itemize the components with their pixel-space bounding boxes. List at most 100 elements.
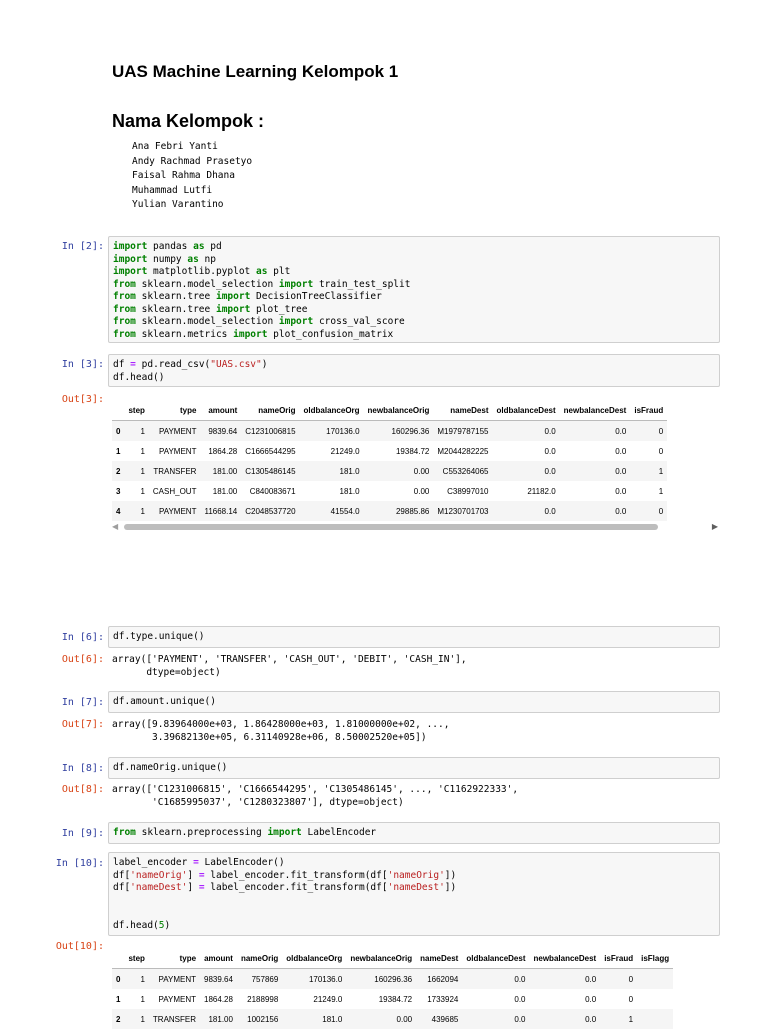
table-cell: 11668.14 — [200, 501, 242, 521]
horizontal-scrollbar[interactable]: ◀ ▶ — [112, 522, 718, 532]
row-index: 3 — [116, 486, 121, 496]
table-cell: 181.0 — [339, 486, 360, 496]
table-cell: 21249.0 — [313, 994, 343, 1004]
member-name: Faisal Rahma Dhana — [132, 170, 235, 181]
row-index: 2 — [112, 1009, 125, 1029]
table-cell: 1 — [124, 501, 149, 521]
code-cell-imports[interactable]: import pandas as pd import numpy as np i… — [108, 236, 720, 343]
code-editor[interactable]: df.type.unique() — [109, 627, 719, 648]
code-editor[interactable]: from sklearn.preprocessing import LabelE… — [109, 823, 719, 844]
table-cell: M2044282225 — [437, 446, 489, 456]
table-cell: 170136.0 — [282, 968, 347, 989]
column-header: oldbalanceDest — [492, 400, 560, 421]
table-cell: 0.0 — [492, 420, 560, 441]
output-prompt: Out[6]: — [61, 654, 104, 665]
table-cell: PAYMENT — [158, 994, 197, 1004]
table-cell: C38997010 — [447, 486, 489, 496]
row-index: 0 — [112, 968, 125, 989]
table-cell: 19384.72 — [378, 994, 413, 1004]
table-cell: 1662094 — [416, 968, 463, 989]
table-cell: PAYMENT — [158, 446, 197, 456]
output-prompt: Out[8]: — [61, 784, 104, 795]
table-cell: 21182.0 — [527, 486, 556, 496]
table-cell — [637, 968, 674, 989]
row-index: 4 — [112, 501, 125, 521]
code-editor[interactable]: df = pd.read_csv("UAS.csv") df.head() — [109, 355, 719, 388]
column-header: oldbalanceOrg — [299, 400, 364, 421]
member-name: Muhammad Lutfi — [132, 184, 213, 196]
row-index: 2 — [112, 461, 125, 481]
scrollbar-thumb[interactable] — [124, 524, 658, 530]
code-cell-amount-unique[interactable]: df.amount.unique() — [108, 691, 720, 713]
table-row: 3 1 CASH_OUT 181.00 C840083671 181.0 0.00 C3899… — [112, 481, 667, 501]
table-cell: 0 — [658, 446, 664, 456]
row-index: 0 — [112, 420, 125, 441]
table-cell: 1864.28 — [208, 446, 238, 456]
table-cell: 41554.0 — [299, 501, 364, 521]
table-cell: 0.0 — [559, 501, 631, 521]
table-cell: 0.0 — [559, 461, 631, 481]
table-row: 0 1 PAYMENT 9839.64 757869 170136.0 160296.36 1… — [112, 968, 674, 989]
code-editor[interactable]: df.amount.unique() — [109, 692, 719, 713]
code-cell-label-encoding[interactable]: label_encoder = LabelEncoder() df['nameO… — [108, 852, 720, 936]
member-name: Andy Rachmad Prasetyo — [132, 155, 253, 167]
column-header: isFraud — [600, 948, 638, 969]
table-cell: 29885.86 — [363, 501, 434, 521]
table-cell: 1002156 — [236, 1009, 283, 1029]
dataframe-table-encoded: step type amount nameOrig oldbalanceOrg newba… — [112, 948, 674, 1029]
table-cell: PAYMENT — [148, 420, 201, 441]
table-cell: C1666544295 — [245, 446, 296, 456]
table-cell: 1 — [658, 486, 664, 496]
table-cell: 19384.72 — [395, 446, 430, 456]
column-header: nameOrig — [236, 948, 283, 969]
column-header: amount — [200, 948, 237, 969]
table-cell: 1864.28 — [204, 994, 233, 1004]
table-cell: 0.0 — [615, 446, 627, 456]
table-cell: 0.0 — [544, 446, 556, 456]
input-prompt: In [10]: — [55, 858, 104, 869]
column-header: nameDest — [416, 948, 463, 969]
code-editor[interactable]: df.nameOrig.unique() — [109, 758, 719, 779]
table-cell: PAYMENT — [148, 968, 201, 989]
table-cell: 0 — [628, 994, 634, 1004]
table-cell: 160296.36 — [346, 968, 417, 989]
input-prompt: In [6]: — [61, 632, 104, 643]
column-header: oldbalanceOrg — [282, 948, 347, 969]
code-cell-type-unique[interactable]: df.type.unique() — [108, 626, 720, 648]
scroll-right-icon[interactable]: ▶ — [712, 522, 718, 531]
table-cell: M1979787155 — [433, 420, 493, 441]
input-prompt: In [3]: — [61, 359, 104, 370]
code-editor[interactable]: import pandas as pd import numpy as np i… — [109, 237, 719, 345]
code-cell-nameorig-unique[interactable]: df.nameOrig.unique() — [108, 757, 720, 779]
column-header: isFlagg — [637, 948, 674, 969]
table-cell: 9839.64 — [200, 968, 237, 989]
output-prompt: Out[3]: — [61, 394, 104, 405]
table-cell: 1 — [630, 461, 668, 481]
table-cell: 181.0 — [282, 1009, 347, 1029]
table-cell: M1230701703 — [433, 501, 493, 521]
table-cell: 0.00 — [346, 1009, 417, 1029]
table-cell: 1 — [600, 1009, 638, 1029]
code-editor[interactable]: label_encoder = LabelEncoder() df['nameO… — [109, 853, 719, 936]
table-row: 4 1 PAYMENT 11668.14 C2048537720 41554.0 29885… — [112, 501, 668, 521]
table-cell: 1 — [124, 968, 149, 989]
table-cell: 0 — [630, 501, 668, 521]
table-cell: 0 — [600, 968, 638, 989]
table-cell: C1231006815 — [241, 420, 300, 441]
column-header — [112, 400, 125, 421]
table-cell: 1 — [124, 461, 149, 481]
table-cell: 0 — [630, 420, 668, 441]
code-cell-read-csv[interactable]: df = pd.read_csv("UAS.csv") df.head() — [108, 354, 720, 387]
table-cell: TRANSFER — [148, 1009, 201, 1029]
input-prompt: In [8]: — [61, 763, 104, 774]
table-cell: 0.0 — [492, 461, 560, 481]
notebook-title: UAS Machine Learning Kelompok 1 — [112, 62, 399, 81]
row-index: 1 — [116, 994, 121, 1004]
table-cell: 439685 — [416, 1009, 463, 1029]
column-header: type — [148, 948, 201, 969]
code-cell-import-labelencoder[interactable]: from sklearn.preprocessing import LabelE… — [108, 822, 720, 844]
column-header: step — [124, 948, 149, 969]
scroll-left-icon[interactable]: ◀ — [112, 522, 118, 531]
table-cell: 1 — [124, 1009, 149, 1029]
table-cell: 757869 — [236, 968, 283, 989]
